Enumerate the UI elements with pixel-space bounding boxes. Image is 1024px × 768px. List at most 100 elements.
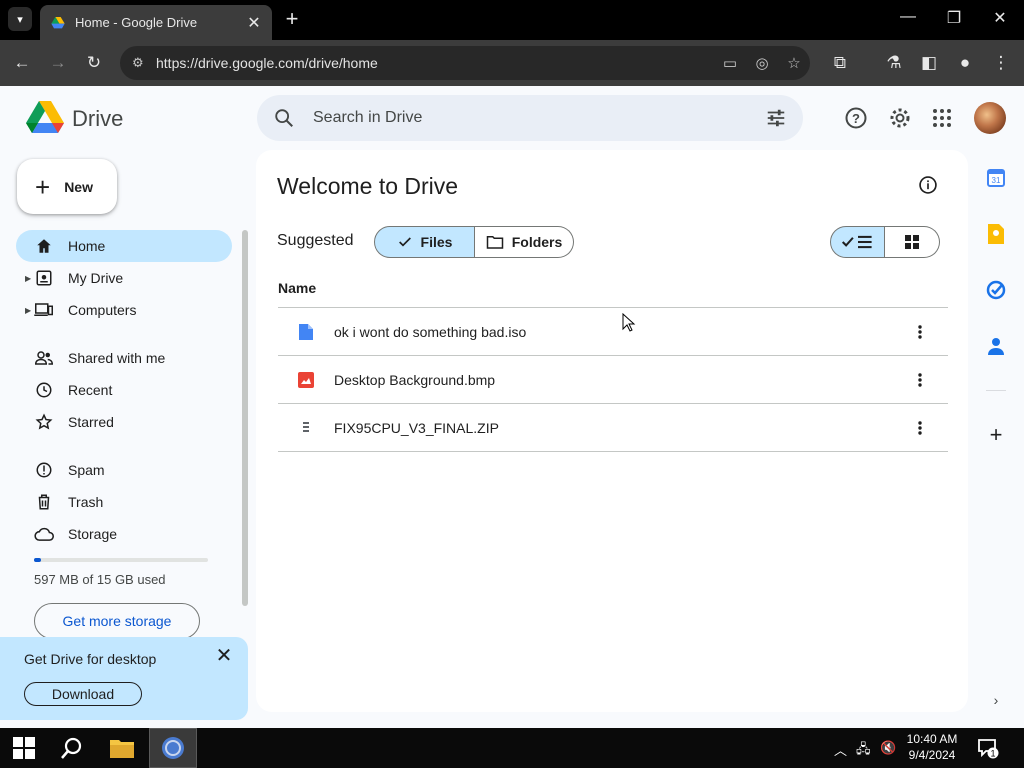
add-addon-icon[interactable]: + xyxy=(985,422,1007,447)
help-icon[interactable]: ? xyxy=(844,106,868,130)
contacts-icon[interactable] xyxy=(985,335,1007,357)
sidebar-item-label: My Drive xyxy=(68,270,124,286)
clock-date: 9/4/2024 xyxy=(908,748,956,762)
tab-search-icon[interactable]: ▾ xyxy=(8,7,32,31)
bookmark-star-icon[interactable]: ☆ xyxy=(778,54,810,72)
labs-flask-icon[interactable]: ⚗ xyxy=(883,52,905,74)
more-options-icon[interactable] xyxy=(908,416,932,440)
sidebar-item-home[interactable]: Home xyxy=(16,230,232,262)
list-view-button[interactable] xyxy=(830,226,885,258)
site-info-icon[interactable]: ⚙ xyxy=(132,55,156,71)
sidebar-item-starred[interactable]: Starred xyxy=(16,406,232,438)
tasks-icon[interactable] xyxy=(985,279,1007,301)
address-bar[interactable]: ⚙ https://drive.google.com/drive/home ▭ … xyxy=(120,46,810,80)
svg-text:?: ? xyxy=(852,111,860,126)
taskbar-clock[interactable]: 10:40 AM 9/4/2024 xyxy=(900,731,964,763)
new-button-label: New xyxy=(64,178,93,195)
new-tab-button[interactable]: + xyxy=(282,8,302,30)
download-button[interactable]: Download xyxy=(24,682,142,706)
sidebar-item-label: Starred xyxy=(68,414,114,430)
files-chip[interactable]: Files xyxy=(374,226,475,258)
sidebar-item-label: Trash xyxy=(68,494,104,510)
expand-caret-icon[interactable]: ▶ xyxy=(25,274,31,283)
file-row[interactable]: Desktop Background.bmp xyxy=(278,356,948,404)
page-title: Welcome to Drive xyxy=(277,173,459,199)
clock-icon xyxy=(34,380,54,400)
get-more-storage-button[interactable]: Get more storage xyxy=(34,603,200,639)
sidebar-item-shared[interactable]: Shared with me xyxy=(16,342,232,374)
close-window-button[interactable]: ✕ xyxy=(990,8,1010,28)
sidebar-item-recent[interactable]: Recent xyxy=(16,374,232,406)
storage-progress-fill xyxy=(34,558,41,562)
file-row[interactable]: FIX95CPU_V3_FINAL.ZIP xyxy=(278,404,948,452)
trash-icon xyxy=(34,492,54,512)
spam-icon xyxy=(34,460,54,480)
notification-count: 1 xyxy=(990,749,995,759)
account-avatar[interactable] xyxy=(974,102,1006,134)
forward-button[interactable]: → xyxy=(47,52,69,74)
search-icon[interactable] xyxy=(273,107,295,129)
sidebar-scrollbar[interactable] xyxy=(242,230,248,606)
eye-off-icon[interactable]: ◎ xyxy=(746,54,778,72)
taskbar-search-icon[interactable] xyxy=(48,728,96,768)
star-icon xyxy=(34,412,54,432)
settings-gear-icon[interactable] xyxy=(888,106,912,130)
promo-title: Get Drive for desktop xyxy=(24,651,157,667)
url-text: https://drive.google.com/drive/home xyxy=(156,55,378,71)
sidebar-item-label: Spam xyxy=(68,462,105,478)
suggested-filter-chips: Files Folders xyxy=(374,226,574,258)
browser-menu-icon[interactable]: ⋮ xyxy=(990,52,1012,74)
grid-view-button[interactable] xyxy=(885,226,940,258)
more-options-icon[interactable] xyxy=(908,368,932,392)
notifications-icon[interactable]: 1 xyxy=(977,737,999,762)
search-input[interactable]: Search in Drive xyxy=(313,109,765,127)
keep-icon[interactable] xyxy=(985,223,1007,245)
shared-icon xyxy=(34,348,54,368)
side-panel-divider xyxy=(986,390,1006,391)
folders-chip[interactable]: Folders xyxy=(475,226,574,258)
extensions-icon[interactable]: ⧉ xyxy=(829,52,851,74)
windows-start-icon[interactable] xyxy=(0,728,48,768)
file-explorer-icon[interactable] xyxy=(98,728,146,768)
drive-logo-icon[interactable] xyxy=(26,100,64,134)
browser-toolbar: ← → ↻ ⚙ https://drive.google.com/drive/h… xyxy=(0,40,1024,86)
sidebar-item-trash[interactable]: Trash xyxy=(16,486,232,518)
profile-icon[interactable]: ● xyxy=(954,52,976,74)
browser-tab[interactable]: Home - Google Drive ✕ xyxy=(40,5,272,40)
tray-chevron-up-icon[interactable]: ︿ xyxy=(834,740,847,759)
sidebar-item-my-drive[interactable]: ▶ My Drive xyxy=(16,262,232,294)
info-icon[interactable] xyxy=(918,175,938,195)
file-row[interactable]: ok i wont do something bad.iso xyxy=(278,308,948,356)
sidebar-item-spam[interactable]: Spam xyxy=(16,454,232,486)
sidebar-item-computers[interactable]: ▶ Computers xyxy=(16,294,232,326)
chevron-right-icon[interactable]: › xyxy=(985,689,1007,711)
more-options-icon[interactable] xyxy=(908,320,932,344)
sidebar-item-label: Storage xyxy=(68,526,118,542)
search-options-icon[interactable] xyxy=(765,107,787,129)
search-bar[interactable]: Search in Drive xyxy=(257,95,803,141)
tab-close-icon[interactable]: ✕ xyxy=(246,13,262,33)
sidebar-item-storage[interactable]: Storage xyxy=(16,518,232,550)
promo-close-icon[interactable]: ✕ xyxy=(214,643,234,668)
reload-button[interactable]: ↻ xyxy=(83,52,105,74)
file-name: ok i wont do something bad.iso xyxy=(334,323,527,340)
expand-caret-icon[interactable]: ▶ xyxy=(25,306,31,315)
new-button[interactable]: + New xyxy=(17,159,117,214)
install-app-icon[interactable]: ▭ xyxy=(714,54,746,72)
name-column-header[interactable]: Name xyxy=(278,280,316,296)
grid-icon xyxy=(905,235,919,249)
minimize-button[interactable]: — xyxy=(898,8,918,26)
side-panel-icon[interactable]: ◧ xyxy=(918,52,940,74)
chrome-taskbar-icon[interactable] xyxy=(149,728,197,768)
file-name: Desktop Background.bmp xyxy=(334,371,496,388)
cloud-icon xyxy=(34,524,54,544)
maximize-button[interactable]: ❐ xyxy=(944,8,964,28)
calendar-icon[interactable]: 31 xyxy=(985,167,1007,189)
brand-title: Drive xyxy=(72,106,124,131)
volume-muted-icon[interactable]: 🔇 xyxy=(880,740,896,756)
apps-grid-icon[interactable] xyxy=(930,106,954,130)
back-button[interactable]: ← xyxy=(11,52,33,74)
sidebar-item-label: Recent xyxy=(68,382,113,398)
sidebar-item-label: Home xyxy=(68,238,106,254)
network-icon[interactable]: 🖧 xyxy=(856,740,871,762)
